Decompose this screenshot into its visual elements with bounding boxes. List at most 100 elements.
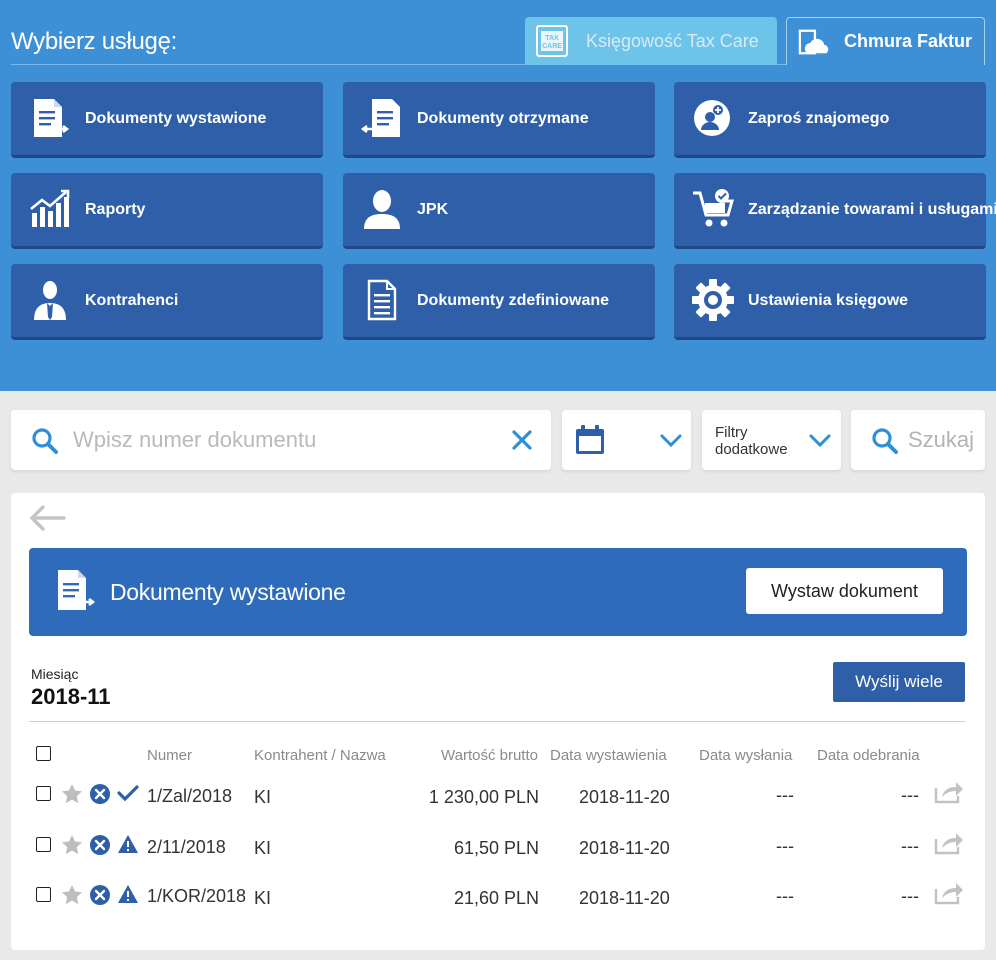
row-sent-date: --- (776, 886, 794, 906)
row-gross: 61,50 PLN (453, 838, 539, 858)
row-checkbox[interactable] (36, 837, 51, 852)
tile-zapros-znajomego[interactable]: Zaproś znajomego (674, 82, 986, 158)
date-picker[interactable] (562, 410, 691, 470)
tile-zarzadzanie-towarami[interactable]: Zarządzanie towarami i usługami (674, 173, 996, 249)
share-icon[interactable] (934, 780, 964, 809)
tab-taxcare-label: Księgowość Tax Care (586, 30, 759, 51)
cancel-icon[interactable] (89, 834, 111, 861)
document-export-icon (53, 568, 97, 617)
tile-label: Kontrahenci (85, 292, 179, 309)
gear-icon (691, 278, 735, 322)
search-button-label: Szukaj (908, 427, 975, 452)
document-import-icon (360, 96, 404, 140)
filters-label-line2: dodatkowe (715, 441, 788, 458)
tile-raporty[interactable]: Raporty (11, 173, 323, 249)
tile-label: Ustawienia księgowe (748, 292, 909, 309)
row-issue-date: 2018-11-20 (579, 787, 670, 807)
service-selector: Wybierz usługę: TAX CARE Księgowość Tax … (0, 0, 996, 391)
row-contractor: KI (254, 888, 272, 908)
row-sent-date: --- (776, 785, 794, 805)
tile-dokumenty-wystawione[interactable]: Dokumenty wystawione (11, 82, 323, 158)
tile-label: Dokumenty zdefiniowane (417, 292, 610, 309)
row-sent-date: --- (776, 836, 794, 856)
clear-icon[interactable] (509, 427, 535, 453)
column-header-received-date[interactable]: Data odebrania (817, 747, 920, 764)
filters-label-line1: Filtry (715, 424, 748, 441)
svg-text:CARE: CARE (542, 43, 562, 50)
cart-check-icon (691, 187, 735, 231)
svg-text:TAX: TAX (545, 35, 559, 42)
cancel-icon[interactable] (89, 783, 111, 810)
panel-header: Dokumenty wystawione Wystaw dokument (29, 548, 967, 636)
row-contractor: KI (254, 838, 272, 858)
page-title: Dokumenty wystawione (110, 579, 346, 605)
share-icon[interactable] (934, 881, 964, 910)
star-icon[interactable] (61, 834, 83, 860)
star-icon[interactable] (61, 884, 83, 910)
chart-trend-icon (28, 187, 72, 231)
issue-document-button[interactable]: Wystaw dokument (746, 568, 943, 614)
share-icon[interactable] (934, 831, 964, 860)
document-lines-icon (360, 278, 404, 322)
row-number[interactable]: 2/11/2018 (147, 837, 226, 858)
search-icon (871, 427, 899, 460)
row-issue-date: 2018-11-20 (579, 888, 670, 908)
row-number[interactable]: 1/KOR/2018 (147, 886, 246, 907)
tile-label: JPK (417, 201, 449, 218)
filters-label: Filtry dodatkowe (715, 424, 788, 458)
search-icon (31, 427, 59, 460)
tile-ustawienia-ksiegowe[interactable]: Ustawienia księgowe (674, 264, 986, 340)
cancel-icon[interactable] (89, 884, 111, 911)
tile-label: Raporty (85, 201, 146, 218)
column-header-number[interactable]: Numer (147, 747, 192, 764)
additional-filters-dropdown[interactable]: Filtry dodatkowe (702, 410, 841, 470)
row-received-date: --- (901, 836, 919, 856)
row-number[interactable]: 1/Zal/2018 (147, 786, 232, 807)
search-button[interactable]: Szukaj (851, 410, 985, 470)
tile-label: Zaproś znajomego (748, 110, 890, 127)
tile-label: Dokumenty otrzymane (417, 110, 589, 127)
chevron-down-icon (809, 434, 831, 453)
tab-taxcare[interactable]: TAX CARE Księgowość Tax Care (525, 17, 777, 65)
column-header-gross[interactable]: Wartość brutto (441, 747, 538, 764)
chevron-down-icon (660, 434, 682, 453)
tab-chmura-faktur-label: Chmura Faktur (844, 31, 973, 51)
search-input[interactable] (73, 422, 493, 458)
document-export-icon (28, 96, 72, 140)
row-gross: 21,60 PLN (453, 888, 539, 908)
tile-dokumenty-zdefiniowane[interactable]: Dokumenty zdefiniowane (343, 264, 655, 340)
invite-user-icon (691, 96, 735, 140)
row-issue-date: 2018-11-20 (579, 838, 670, 858)
back-arrow-icon[interactable] (28, 503, 66, 533)
month-value[interactable]: 2018-11 (31, 684, 111, 710)
warning-icon (117, 834, 139, 859)
row-checkbox[interactable] (36, 887, 51, 902)
row-received-date: --- (901, 785, 919, 805)
tile-label: Zarządzanie towarami i usługami (748, 201, 996, 218)
select-all-checkbox[interactable] (36, 746, 51, 761)
businessman-icon (28, 278, 72, 322)
check-icon (117, 784, 139, 807)
calendar-icon (574, 424, 606, 461)
column-header-contractor[interactable]: Kontrahent / Nazwa (254, 747, 386, 764)
star-icon[interactable] (61, 783, 83, 809)
tile-kontrahenci[interactable]: Kontrahenci (11, 264, 323, 340)
service-selector-title: Wybierz usługę: (11, 28, 178, 55)
row-checkbox[interactable] (36, 786, 51, 801)
row-received-date: --- (901, 886, 919, 906)
documents-panel: Dokumenty wystawione Wystaw dokument Mie… (11, 493, 985, 950)
row-contractor: KI (254, 787, 272, 807)
column-header-sent-date[interactable]: Data wysłania (699, 747, 792, 764)
month-label: Miesiąc (31, 666, 79, 682)
user-silhouette-icon (360, 187, 404, 231)
warning-icon (117, 884, 139, 909)
tile-jpk[interactable]: JPK (343, 173, 655, 249)
tab-chmura-faktur[interactable]: Chmura Faktur (786, 17, 985, 65)
cloud-document-icon (798, 26, 830, 58)
column-header-issue-date[interactable]: Data wystawienia (550, 747, 667, 764)
row-gross: 1 230,00 PLN (428, 787, 539, 807)
tile-dokumenty-otrzymane[interactable]: Dokumenty otrzymane (343, 82, 655, 158)
tile-label: Dokumenty wystawione (85, 110, 267, 127)
taxcare-logo-icon: TAX CARE (536, 25, 568, 57)
send-many-button[interactable]: Wyślij wiele (833, 662, 965, 702)
